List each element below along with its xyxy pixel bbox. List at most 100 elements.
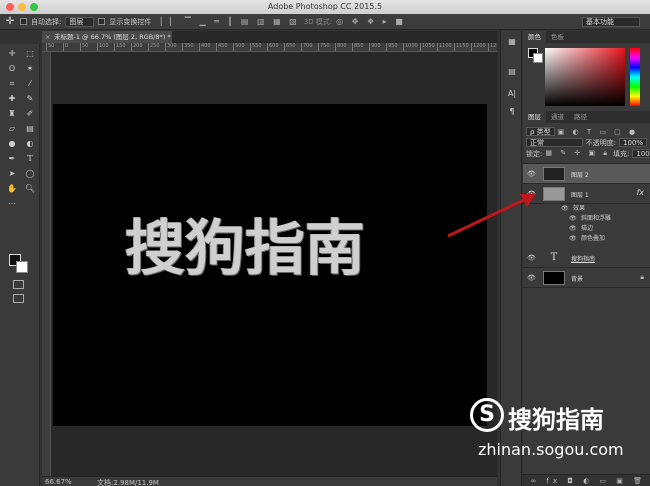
eraser-tool-icon[interactable]: ▱ [5, 123, 19, 135]
color-panel-background[interactable] [533, 53, 543, 63]
visibility-eye-icon[interactable]: 👁︎ [527, 190, 536, 198]
ruler-tick: 50 [80, 43, 88, 51]
ruler-tick: 950 [386, 43, 398, 51]
pen-tool-icon[interactable]: ✒ [5, 153, 19, 165]
layer-filter-dropdown[interactable]: ρ 类型 [526, 127, 555, 136]
gradient-tool-icon[interactable]: ▤ [23, 123, 37, 135]
screen-mode-icon[interactable] [13, 294, 24, 303]
visibility-eye-icon[interactable]: 👁︎ [569, 234, 577, 244]
document-tab[interactable]: × 未标题-1 @ 66.7% (图层 2, RGB/8*) * [42, 31, 172, 43]
visibility-eye-icon[interactable]: 👁︎ [569, 214, 577, 224]
top-ruler[interactable]: 50 0 50 100 150 200 250 300 350 400 450 500 550 600 65… [42, 43, 497, 52]
brush-tool-icon[interactable]: ✎ [23, 93, 37, 105]
layers-list: 👁︎ 图层 2 👁︎ 图层 1 fx 👁︎ 效果 👁︎ 斜面和浮雕 👁︎ 描边 … [523, 163, 650, 288]
workspace-dropdown[interactable]: 基本功能 [582, 17, 640, 27]
ruler-tick: 100 [97, 43, 109, 51]
effect-stroke[interactable]: 👁︎ 描边 [523, 224, 650, 234]
hue-slider[interactable] [630, 48, 640, 106]
auto-select-dropdown[interactable]: 图层 [65, 16, 95, 27]
tab-paths[interactable]: 路径 [569, 111, 592, 123]
effect-bevel-emboss[interactable]: 👁︎ 斜面和浮雕 [523, 214, 650, 224]
visibility-eye-icon[interactable]: 👁︎ [527, 274, 536, 282]
effect-label: 斜面和浮雕 [581, 215, 612, 222]
background-color-swatch[interactable] [16, 261, 28, 273]
lock-icons[interactable]: ▦ ✎ ✛ ▣ 🔒︎ [545, 149, 610, 158]
lasso-tool-icon[interactable]: ʘ [5, 63, 19, 75]
history-panel-icon[interactable]: ▦ [505, 35, 519, 49]
hand-tool-icon[interactable]: ✋ [5, 183, 19, 195]
history-brush-tool-icon[interactable]: ✐ [23, 108, 37, 120]
layer-row-layer-2[interactable]: 👁︎ 图层 2 [523, 164, 650, 184]
paragraph-panel-icon[interactable]: ¶ [505, 105, 519, 119]
visibility-eye-icon[interactable]: 👁︎ [561, 204, 569, 214]
ruler-tick: 1150 [454, 43, 469, 51]
effects-label: 效果 [573, 205, 586, 212]
maximize-window-button[interactable] [30, 3, 38, 11]
effect-color-overlay[interactable]: 👁︎ 颜色叠加 [523, 234, 650, 244]
layer-effects-icon[interactable]: fx [636, 188, 644, 197]
show-transform-checkbox[interactable] [98, 18, 106, 25]
character-panel-icon[interactable]: A| [505, 87, 519, 101]
blur-tool-icon[interactable]: ● [5, 138, 19, 150]
ruler-tick: 200 [131, 43, 143, 51]
opacity-input[interactable]: 100% [618, 138, 647, 147]
stamp-tool-icon[interactable]: ♜ [5, 108, 19, 120]
ruler-tick: 500 [233, 43, 245, 51]
tools-panel: ✛ ⬚ ʘ ✶ ⌗ ⁄ ✚ ✎ ♜ ✐ ▱ ▤ ● ◐ ✒ T ➤ ◯ ✋ 🔍︎… [0, 44, 40, 486]
blend-mode-dropdown[interactable]: 正常 [526, 138, 583, 147]
canvas-artwork-text: 搜狗指南 [125, 214, 365, 284]
layer-filter-icons[interactable]: ▣ ◐ T ▭ ▢ ● [558, 128, 638, 136]
move-tool-icon[interactable]: ✛ [5, 48, 19, 60]
layers-panel-footer[interactable]: ∞ fx ◘ ◐ ▭ ▣ 🗑 [523, 474, 650, 486]
minimize-window-button[interactable] [18, 3, 26, 11]
tab-channels[interactable]: 通道 [546, 111, 569, 123]
layer-row-text[interactable]: 👁︎ T 搜狗指南 [523, 248, 650, 268]
ruler-tick: 650 [284, 43, 296, 51]
more-tools-icon[interactable]: ⋯ [5, 198, 19, 210]
layer-thumbnail [543, 187, 565, 201]
left-ruler[interactable] [42, 52, 51, 476]
zoom-tool-icon[interactable]: 🔍︎ [23, 183, 37, 195]
align-icons[interactable]: ▕ ▏ ▔ ▁ ═ ║ ▤ ▥ ▦ ▧ [155, 17, 299, 26]
fill-input[interactable]: 100% [632, 149, 650, 158]
effects-group[interactable]: 👁︎ 效果 [523, 204, 650, 214]
document-info[interactable]: 文档:2.98M/11.9M [97, 478, 159, 486]
ruler-tick: 50 [46, 43, 54, 51]
eyedropper-tool-icon[interactable]: ⁄ [23, 78, 37, 90]
tab-swatches[interactable]: 色板 [546, 31, 569, 43]
dodge-tool-icon[interactable]: ◐ [23, 138, 37, 150]
marquee-tool-icon[interactable]: ⬚ [23, 48, 37, 60]
quick-mask-icon[interactable] [13, 280, 24, 289]
document-canvas[interactable]: 搜狗指南 [53, 104, 487, 426]
ruler-tick: 1000 [403, 43, 418, 51]
shape-tool-icon[interactable]: ◯ [23, 168, 37, 180]
move-tool-icon[interactable]: ✛ [4, 16, 16, 28]
color-picker-field[interactable] [545, 48, 625, 106]
fill-label: 填充: [612, 149, 630, 158]
ruler-tick: 1050 [420, 43, 435, 51]
effect-label: 描边 [581, 225, 594, 232]
type-tool-icon[interactable]: T [23, 153, 37, 165]
path-selection-tool-icon[interactable]: ➤ [5, 168, 19, 180]
properties-panel-icon[interactable]: ▤ [505, 65, 519, 79]
close-window-button[interactable] [6, 3, 14, 11]
healing-tool-icon[interactable]: ✚ [5, 93, 19, 105]
magic-wand-tool-icon[interactable]: ✶ [23, 63, 37, 75]
tab-color[interactable]: 颜色 [523, 31, 546, 43]
layer-row-layer-1[interactable]: 👁︎ 图层 1 fx [523, 184, 650, 204]
tab-layers[interactable]: 图层 [523, 111, 546, 123]
visibility-eye-icon[interactable]: 👁︎ [527, 170, 536, 178]
visibility-eye-icon[interactable]: 👁︎ [527, 254, 536, 262]
lock-icon: 🔒︎ [640, 273, 644, 281]
close-tab-icon[interactable]: × [45, 31, 50, 43]
crop-tool-icon[interactable]: ⌗ [5, 78, 19, 90]
3d-mode-icons[interactable]: ◎ ✥ ❖ ▸ ■ [336, 17, 406, 26]
layer-name: 搜狗指南 [571, 256, 596, 263]
visibility-eye-icon[interactable]: 👁︎ [569, 224, 577, 234]
ruler-tick: 0 [63, 43, 68, 51]
zoom-level[interactable]: 66.67% [45, 478, 72, 486]
layer-row-background[interactable]: 👁︎ 背景 🔒︎ [523, 268, 650, 288]
document-tab-label: 未标题-1 @ 66.7% (图层 2, RGB/8*) * [54, 33, 171, 41]
layer-name: 背景 [571, 276, 584, 283]
auto-select-checkbox[interactable] [20, 18, 27, 25]
